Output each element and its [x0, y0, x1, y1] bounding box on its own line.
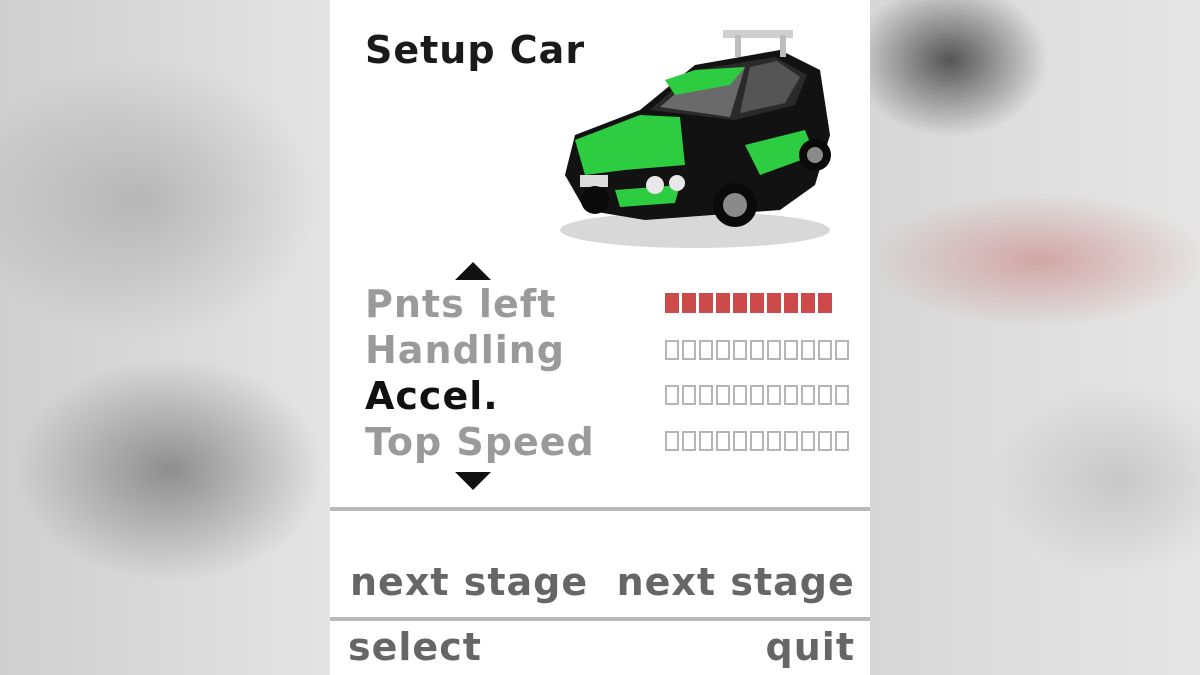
empty-segment — [767, 431, 781, 451]
filled-segment — [682, 293, 696, 313]
scrolling-ticker: next stage next stage next — [350, 560, 855, 604]
stat-label-top-speed[interactable]: Top Speed — [365, 420, 595, 464]
filled-segment — [699, 293, 713, 313]
accel-bar[interactable] — [665, 385, 849, 405]
filled-segment — [733, 293, 747, 313]
filled-segment — [716, 293, 730, 313]
select-softkey[interactable]: select — [348, 625, 482, 669]
empty-segment — [767, 385, 781, 405]
game-screen: Setup Car Pnts left Handling Accel. Top … — [330, 0, 870, 675]
empty-segment — [818, 431, 832, 451]
quit-softkey[interactable]: quit — [766, 625, 855, 669]
points-left-bar — [665, 293, 832, 313]
filled-segment — [750, 293, 764, 313]
empty-segment — [716, 431, 730, 451]
scroll-down-arrow-icon[interactable] — [455, 472, 491, 490]
empty-segment — [682, 340, 696, 360]
filled-segment — [801, 293, 815, 313]
empty-segment — [682, 385, 696, 405]
filled-segment — [665, 293, 679, 313]
scroll-up-arrow-icon[interactable] — [455, 262, 491, 280]
top-speed-bar[interactable] — [665, 431, 849, 451]
empty-segment — [665, 385, 679, 405]
empty-segment — [733, 385, 747, 405]
empty-segment — [784, 340, 798, 360]
empty-segment — [784, 431, 798, 451]
filled-segment — [818, 293, 832, 313]
empty-segment — [665, 431, 679, 451]
empty-segment — [801, 340, 815, 360]
empty-segment — [750, 340, 764, 360]
empty-segment — [699, 385, 713, 405]
empty-segment — [699, 340, 713, 360]
filled-segment — [767, 293, 781, 313]
empty-segment — [682, 431, 696, 451]
empty-segment — [665, 340, 679, 360]
empty-segment — [750, 431, 764, 451]
empty-segment — [818, 385, 832, 405]
divider-bottom — [330, 617, 870, 621]
empty-segment — [835, 431, 849, 451]
empty-segment — [716, 340, 730, 360]
empty-segment — [818, 340, 832, 360]
empty-segment — [767, 340, 781, 360]
empty-segment — [784, 385, 798, 405]
empty-segment — [801, 431, 815, 451]
divider-top — [330, 507, 870, 511]
empty-segment — [835, 385, 849, 405]
empty-segment — [835, 340, 849, 360]
stat-label-handling[interactable]: Handling — [365, 328, 565, 372]
empty-segment — [750, 385, 764, 405]
rally-car-image — [560, 30, 831, 248]
stat-label-points-left: Pnts left — [365, 282, 557, 326]
stat-label-accel[interactable]: Accel. — [365, 374, 499, 418]
filled-segment — [784, 293, 798, 313]
background-left — [0, 0, 330, 675]
empty-segment — [733, 340, 747, 360]
empty-segment — [801, 385, 815, 405]
empty-segment — [716, 385, 730, 405]
handling-bar[interactable] — [665, 340, 849, 360]
background-right — [870, 0, 1200, 675]
empty-segment — [699, 431, 713, 451]
empty-segment — [733, 431, 747, 451]
